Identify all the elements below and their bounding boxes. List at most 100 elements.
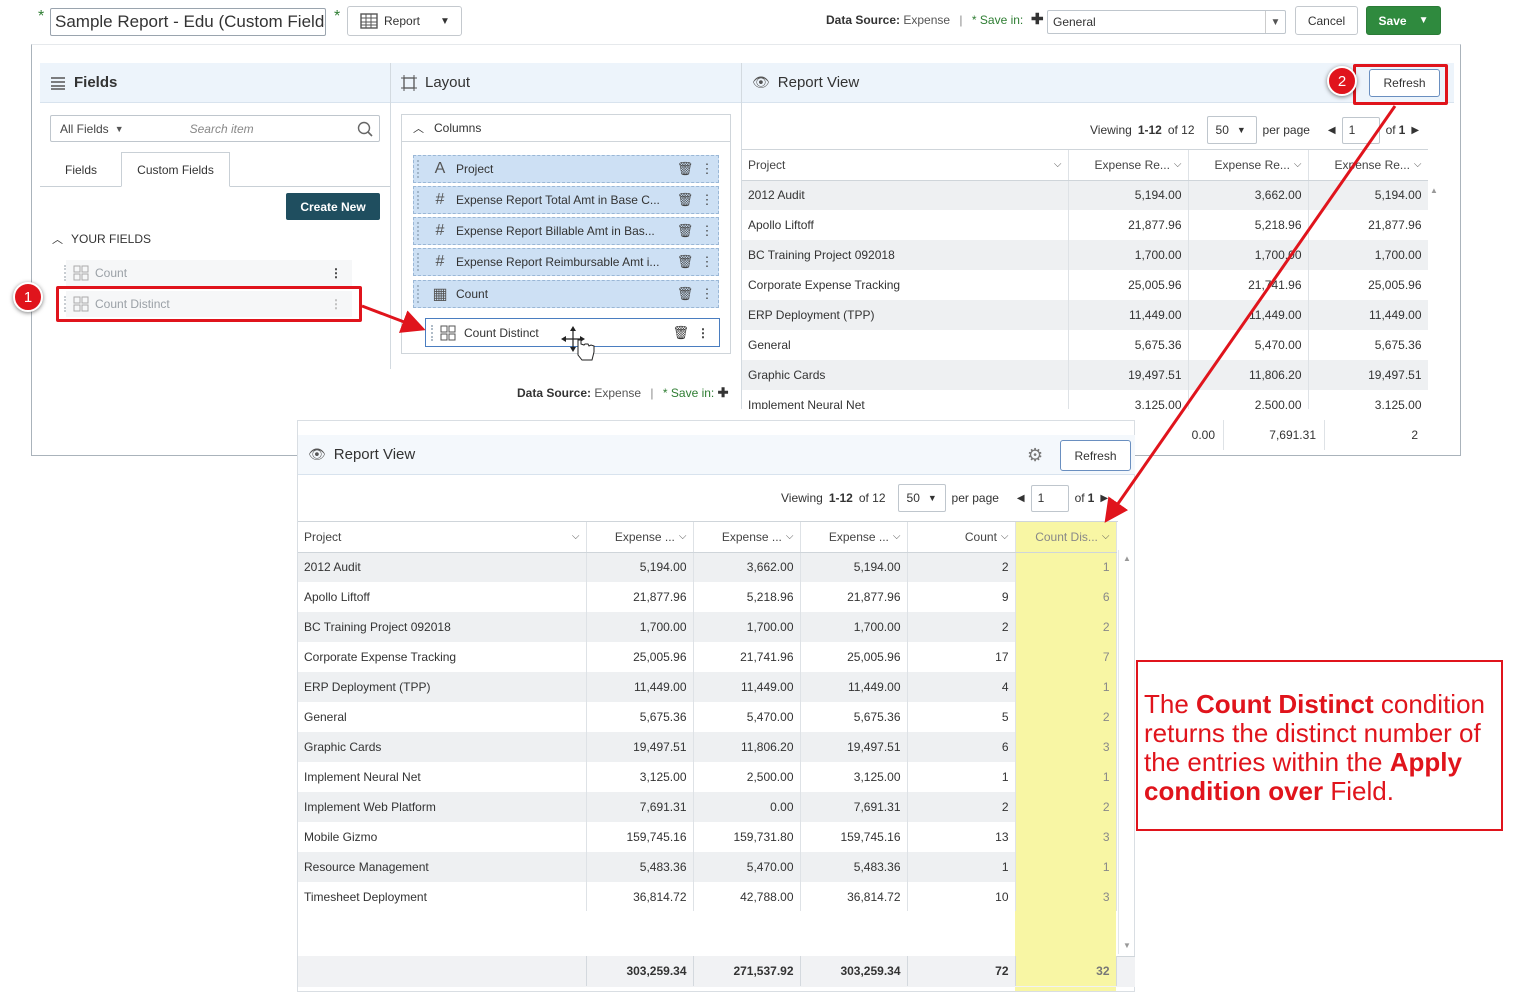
trash-icon[interactable]: 🗑 [674, 192, 696, 208]
kebab-menu-icon[interactable]: ⋮ [696, 161, 718, 177]
chevron-down-icon[interactable]: ⌵ [1054, 159, 1062, 170]
per-page-select[interactable]: 50 ▼ [1206, 116, 1257, 144]
column-header[interactable]: Project ⌵ [298, 522, 587, 553]
trash-icon[interactable]: 🗑 [674, 254, 696, 270]
chevron-down-icon[interactable]: ⌵ [572, 531, 580, 542]
scroll-up-icon[interactable]: ▲ [1123, 554, 1131, 563]
chevron-down-icon[interactable]: ⌵ [893, 531, 901, 542]
scroll-up-icon[interactable]: ▲ [1430, 186, 1440, 195]
chevron-down-icon[interactable]: ⌵ [1294, 159, 1302, 170]
table-row[interactable]: ERP Deployment (TPP) 11,449.00 11,449.00 11… [742, 300, 1428, 330]
tab-fields[interactable]: Fields [50, 153, 112, 187]
drag-handle-icon[interactable] [417, 222, 420, 240]
table-row[interactable]: Mobile Gizmo 159,745.16 159,731.80 159,745.… [298, 822, 1117, 852]
search-input[interactable]: Search item [190, 122, 254, 136]
columns-section-header[interactable]: ︿ Columns [401, 114, 731, 142]
column-header[interactable]: Expense Re... ⌵ [1068, 150, 1189, 181]
table-row[interactable]: Implement Web Platform 7,691.31 0.00 7,691.… [298, 792, 1117, 822]
chevron-up-icon[interactable]: ︿ [413, 120, 424, 136]
chevron-down-icon[interactable]: ⌵ [1174, 159, 1182, 170]
table-row[interactable]: General 5,675.36 5,470.00 5,675.36 [742, 330, 1428, 360]
next-page-icon[interactable]: ▶ [1100, 493, 1108, 504]
column-header[interactable]: Expense Re... ⌵ [1308, 150, 1428, 181]
column-header[interactable]: Project ⌵ [742, 150, 1069, 181]
layout-column-item[interactable]: # Expense Report Reimbursable Amt i... 🗑 ⋮ [413, 248, 719, 276]
refresh-button[interactable]: Refresh [1060, 440, 1131, 471]
drag-handle-icon[interactable] [417, 160, 420, 178]
chevron-down-icon[interactable]: ▼ [1237, 125, 1246, 135]
layout-column-item[interactable]: ▦ Count 🗑 ⋮ [413, 280, 719, 308]
kebab-menu-icon[interactable]: ⋮ [696, 254, 718, 270]
page-input[interactable]: 1 [1341, 116, 1380, 144]
column-header[interactable]: Expense ... ⌵ [800, 522, 908, 553]
plus-icon[interactable]: ✚ [718, 385, 729, 400]
table-row[interactable]: Graphic Cards 19,497.51 11,806.20 19,497.51… [298, 732, 1117, 762]
save-in-select[interactable]: General ▼ [1047, 10, 1286, 34]
your-fields-section[interactable]: ︿ YOUR FIELDS [52, 231, 151, 247]
chevron-down-icon[interactable]: ⌵ [1414, 159, 1422, 170]
column-header[interactable]: Count ⌵ [907, 522, 1016, 553]
cancel-button[interactable]: Cancel [1295, 6, 1358, 35]
drag-handle-icon[interactable] [64, 265, 67, 281]
layout-column-item[interactable]: # Expense Report Billable Amt in Bas... 🗑 ⋮ [413, 217, 719, 245]
chevron-up-icon[interactable]: ︿ [52, 231, 63, 247]
prev-page-icon[interactable]: ◀ [1017, 493, 1025, 504]
table-row[interactable]: Corporate Expense Tracking 25,005.96 21,74… [742, 270, 1428, 300]
kebab-menu-icon[interactable]: ⋮ [330, 266, 342, 280]
create-new-button[interactable]: Create New [286, 193, 380, 220]
drag-handle-icon[interactable] [417, 253, 420, 271]
trash-icon[interactable]: 🗑 [674, 161, 696, 177]
per-page-select[interactable]: 50 ▼ [897, 484, 946, 512]
table-row[interactable]: BC Training Project 092018 1,700.00 1,700.… [298, 612, 1117, 642]
table-row[interactable]: Implement Neural Net 3,125.00 2,500.00 3,12… [298, 762, 1117, 792]
gear-icon[interactable]: ⚙ [1027, 445, 1043, 466]
scroll-down-icon[interactable]: ▼ [1123, 941, 1131, 950]
report-type-dropdown[interactable]: Report ▼ [347, 6, 462, 36]
column-header[interactable]: Expense ... ⌵ [693, 522, 801, 553]
table-row[interactable]: 2012 Audit 5,194.00 3,662.00 5,194.00 [742, 180, 1428, 210]
column-header[interactable]: Expense Re... ⌵ [1188, 150, 1309, 181]
chevron-down-icon[interactable]: ⌵ [1001, 531, 1009, 542]
layout-column-item[interactable]: # Expense Report Total Amt in Base C... 🗑 ⋮ [413, 186, 719, 214]
table-row[interactable]: Implement Neural Net 3,125.00 2,500.00 3,12… [742, 390, 1428, 409]
column-header[interactable]: Count Dis... ⌵ [1015, 522, 1117, 553]
chevron-down-icon[interactable]: ⌵ [786, 531, 794, 542]
table-row[interactable]: BC Training Project 092018 1,700.00 1,700.… [742, 240, 1428, 270]
column-header[interactable]: Expense ... ⌵ [586, 522, 694, 553]
kebab-menu-icon[interactable]: ⋮ [697, 326, 709, 340]
drag-handle-icon[interactable] [417, 285, 420, 303]
chevron-down-icon[interactable]: ⌵ [1102, 531, 1110, 542]
table-row[interactable]: General 5,675.36 5,470.00 5,675.36 5 2 [298, 702, 1117, 732]
field-filter-select[interactable]: All Fields [51, 122, 109, 136]
tab-custom-fields[interactable]: Custom Fields [121, 152, 230, 187]
table-row[interactable]: Corporate Expense Tracking 25,005.96 21,74… [298, 642, 1117, 672]
kebab-menu-icon[interactable]: ⋮ [696, 286, 718, 302]
table-row[interactable]: Apollo Liftoff 21,877.96 5,218.96 21,877.96 [742, 210, 1428, 240]
chevron-down-icon[interactable]: ▼ [1419, 15, 1429, 26]
search-icon[interactable] [357, 121, 373, 137]
vertical-scrollbar[interactable]: ▲ ▼ [1118, 550, 1135, 954]
table-row[interactable]: Graphic Cards 19,497.51 11,806.20 19,497.51 [742, 360, 1428, 390]
report-title-input[interactable]: Sample Report - Edu (Custom Fields [50, 8, 326, 36]
chevron-down-icon[interactable]: ⌵ [679, 531, 687, 542]
table-row[interactable]: ERP Deployment (TPP) 11,449.00 11,449.00 11… [298, 672, 1117, 702]
table-row[interactable]: Resource Management 5,483.36 5,470.00 5,483… [298, 852, 1117, 882]
layout-column-item[interactable]: A Project 🗑 ⋮ [413, 155, 719, 183]
table-row[interactable]: Timesheet Deployment 36,814.72 42,788.00 36… [298, 882, 1117, 911]
field-item-count[interactable]: Count ⋮ [64, 260, 352, 286]
table-row[interactable]: 2012 Audit 5,194.00 3,662.00 5,194.00 2 1 [298, 552, 1117, 582]
plus-icon[interactable]: ✚ [1031, 10, 1044, 28]
kebab-menu-icon[interactable]: ⋮ [696, 192, 718, 208]
chevron-down-icon[interactable]: ▼ [928, 493, 937, 503]
trash-icon[interactable]: 🗑 [672, 325, 689, 341]
trash-icon[interactable]: 🗑 [674, 286, 696, 302]
table-row[interactable]: Apollo Liftoff 21,877.96 5,218.96 21,877.96… [298, 582, 1117, 612]
kebab-menu-icon[interactable]: ⋮ [696, 223, 718, 239]
prev-page-icon[interactable]: ◀ [1328, 125, 1336, 136]
next-page-icon[interactable]: ▶ [1411, 125, 1419, 136]
page-input[interactable]: 1 [1030, 484, 1069, 512]
trash-icon[interactable]: 🗑 [674, 223, 696, 239]
chevron-down-icon[interactable]: ▼ [115, 124, 124, 134]
drag-handle-icon[interactable] [431, 324, 434, 341]
chevron-down-icon[interactable]: ▼ [1265, 11, 1285, 33]
